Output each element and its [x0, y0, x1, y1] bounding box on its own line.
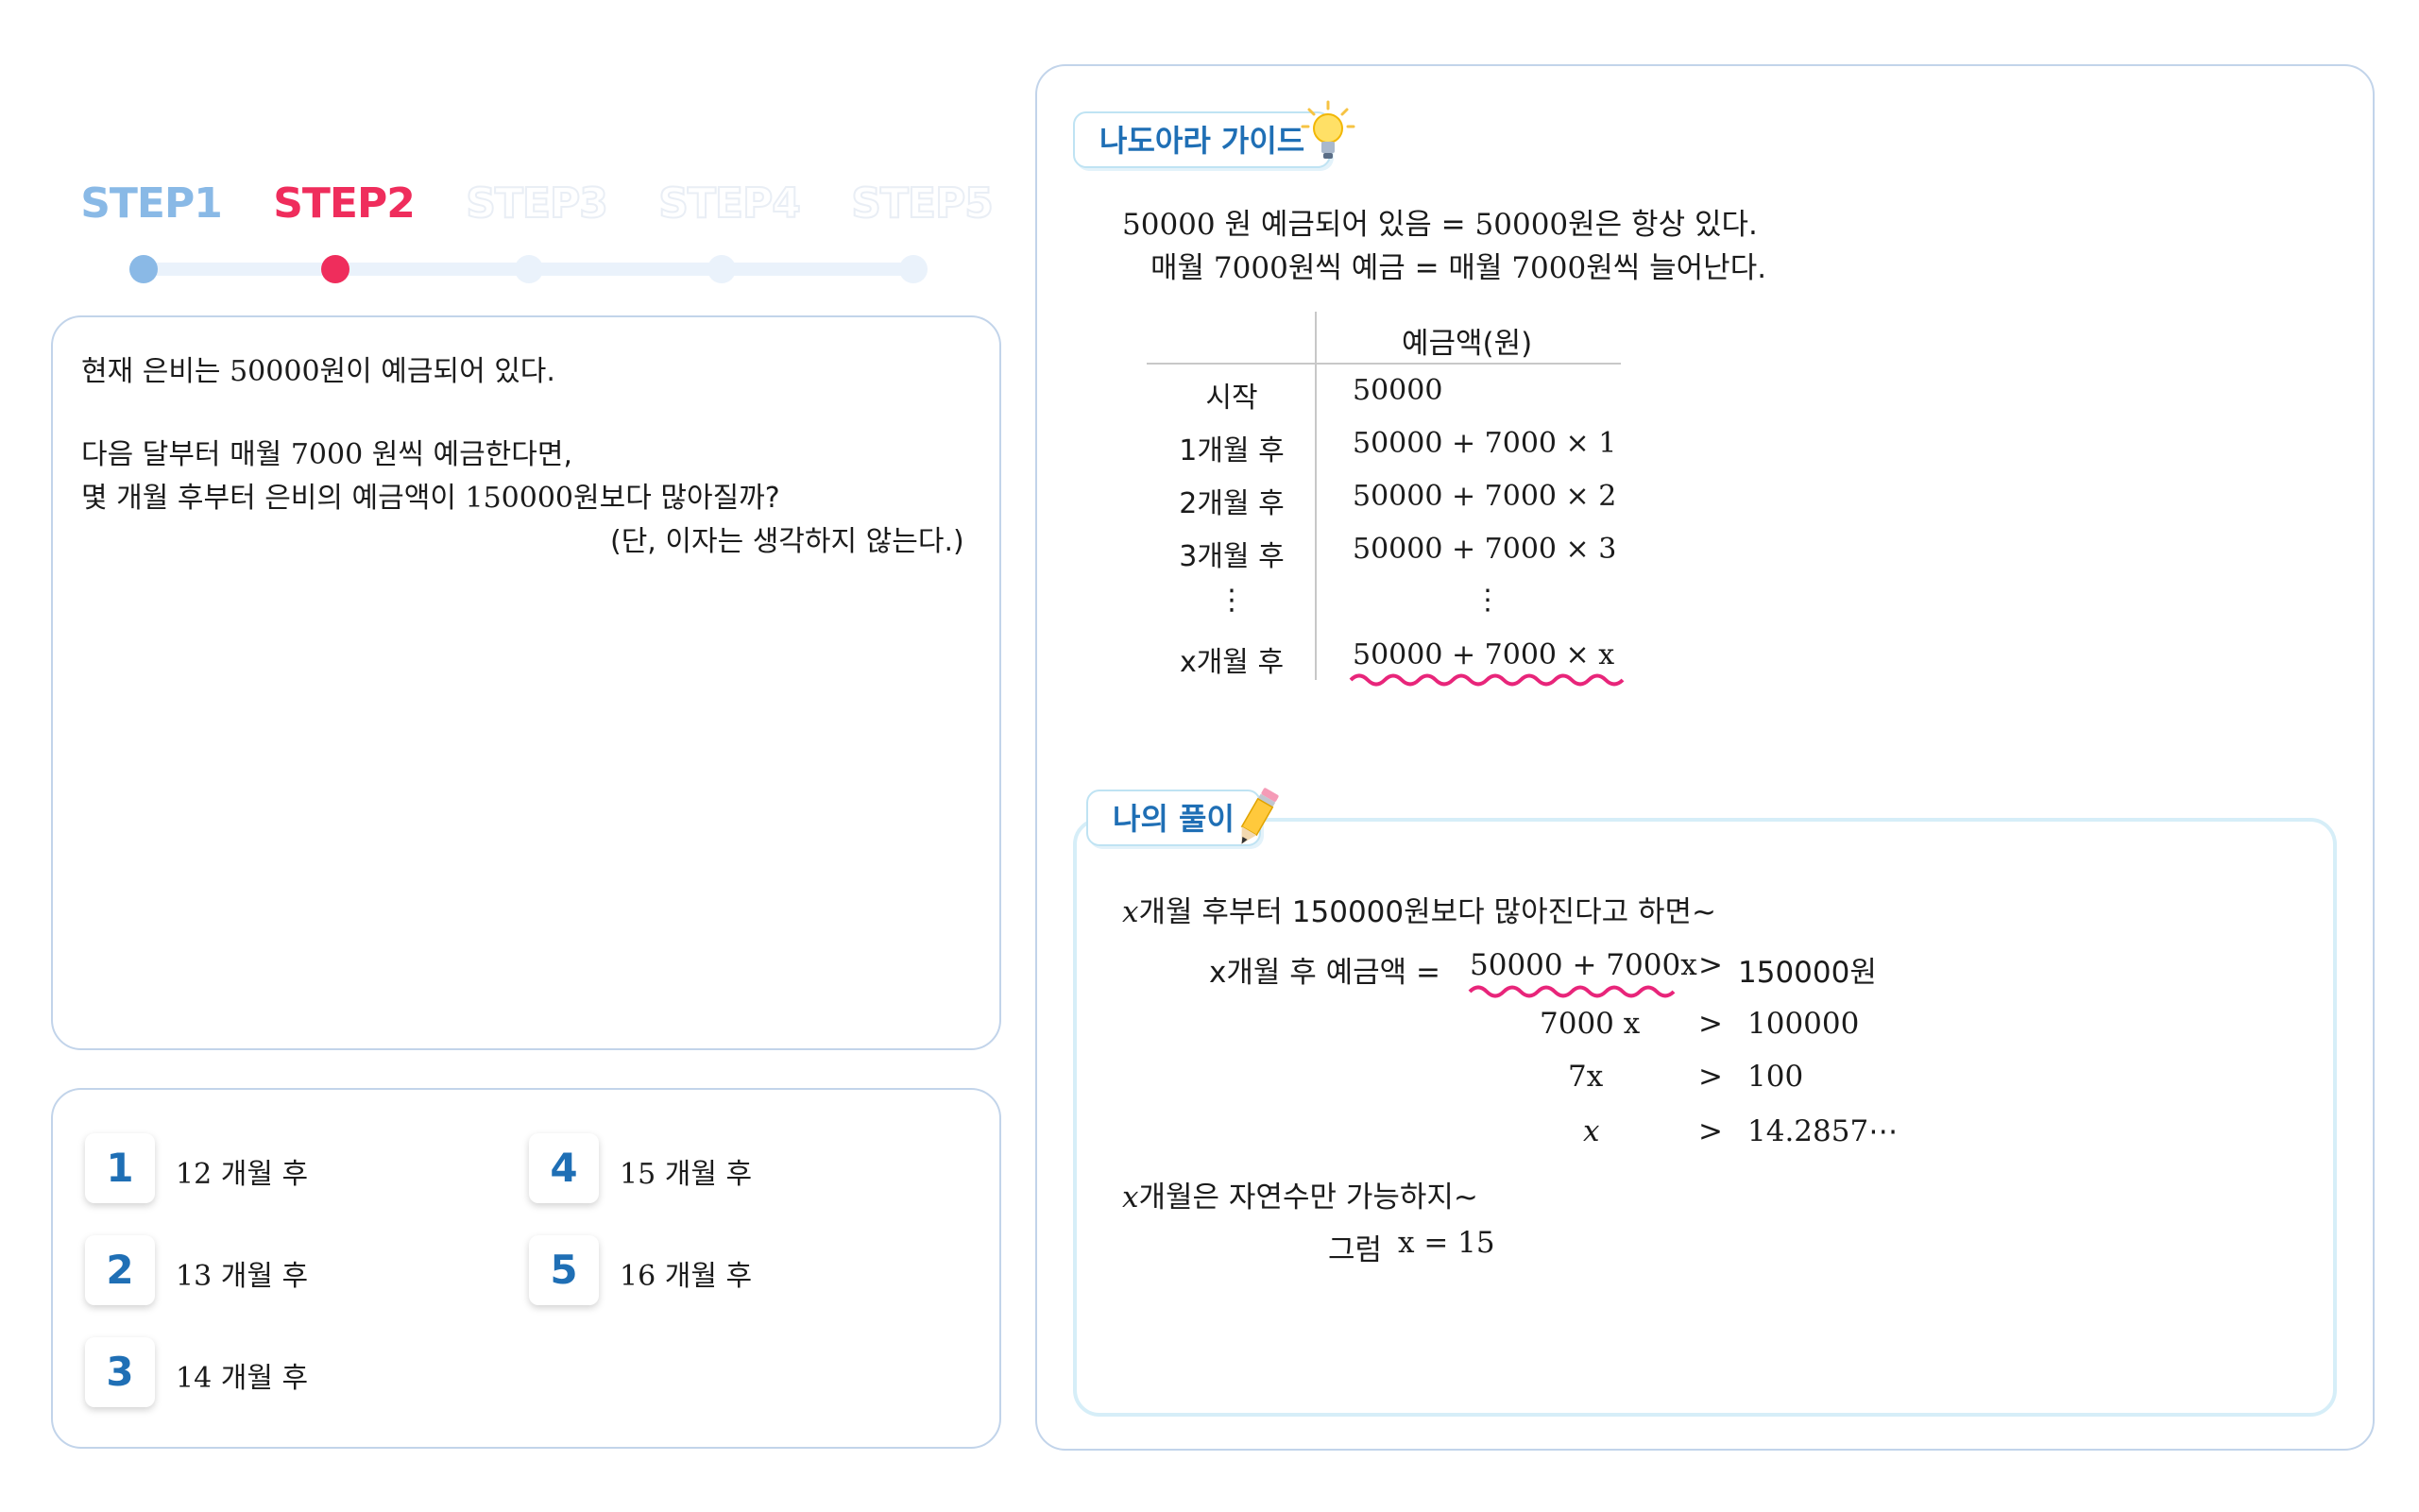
step-progress: STEP1 STEP2 STEP3 STEP4 STEP5	[76, 178, 995, 293]
step-5-label[interactable]: STEP5	[846, 178, 997, 229]
table-row-value: 50000 + 7000 × 3	[1353, 533, 1617, 566]
choice-2-button[interactable]: 2	[85, 1235, 155, 1305]
table-row-value: 50000 + 7000 × 1	[1353, 427, 1617, 460]
solution-eq1-expr: 50000 + 7000x	[1470, 948, 1697, 982]
question-note: (단, 이자는 생각하지 않는다.)	[610, 525, 964, 558]
solution-eq2-left: 7000 x	[1540, 1007, 1641, 1041]
table-row-value: 50000	[1353, 374, 1443, 407]
step-4-label[interactable]: STEP4	[654, 178, 805, 229]
table-row-label: x개월 후	[1179, 646, 1285, 679]
choice-4-button[interactable]: 4	[529, 1133, 599, 1203]
question-line-3: 몇 개월 후부터 은비의 예금액이 150000원보다 많아질까?	[81, 482, 780, 515]
choice-3-text[interactable]: 14 개월 후	[176, 1354, 308, 1396]
question-line-2: 다음 달부터 매월 7000 원씩 예금한다면,	[81, 438, 573, 471]
solution-eq1-right: 150000원	[1738, 956, 1877, 990]
table-row-label: 1개월 후	[1179, 434, 1285, 467]
solution-eq4-right: 14.2857⋯	[1747, 1114, 1899, 1148]
choice-1-text[interactable]: 12 개월 후	[176, 1150, 308, 1192]
solution-natural-note: x개월은 자연수만 가능하지~	[1122, 1181, 1478, 1215]
solution-eq2-right: 100000	[1747, 1007, 1860, 1041]
table-row-label: 2개월 후	[1179, 487, 1285, 520]
step-1-dot[interactable]	[129, 255, 158, 283]
choice-2-text[interactable]: 13 개월 후	[176, 1252, 308, 1294]
solution-eq4-left: x	[1583, 1114, 1600, 1148]
choice-1-button[interactable]: 1	[85, 1133, 155, 1203]
choice-5-text[interactable]: 16 개월 후	[620, 1252, 752, 1294]
solution-intro: x개월 후부터 150000원보다 많아진다고 하면~	[1122, 895, 1717, 929]
step-5-dot[interactable]	[899, 255, 928, 283]
solution-eq4-op: >	[1698, 1114, 1723, 1148]
step-3-dot[interactable]	[515, 255, 543, 283]
solution-wavy-underline	[1468, 985, 1676, 998]
step-2-label[interactable]: STEP2	[268, 179, 419, 228]
solution-eq3-right: 100	[1747, 1060, 1804, 1094]
guide-fact-1: 50000 원 예금되어 있음 = 50000원은 항상 있다.	[1122, 208, 1758, 242]
lightbulb-icon	[1301, 100, 1355, 159]
solution-answer: x = 15	[1398, 1226, 1495, 1260]
solution-eq3-left: 7x	[1568, 1060, 1604, 1094]
choice-3-button[interactable]: 3	[85, 1337, 155, 1407]
table-header: 예금액(원)	[1402, 327, 1533, 361]
table-row-label: 시작	[1205, 382, 1258, 415]
solution-then: 그럼	[1328, 1233, 1383, 1267]
guide-tag: 나도아라 가이드	[1073, 111, 1332, 168]
table-row-label: 3개월 후	[1179, 540, 1285, 573]
question-line-1: 현재 은비는 50000원이 예금되어 있다.	[81, 355, 555, 388]
table-wavy-underline	[1349, 673, 1625, 687]
guide-fact-2: 매월 7000원씩 예금 = 매월 7000원씩 늘어난다.	[1150, 251, 1767, 285]
table-row-value: 50000 + 7000 × 2	[1353, 480, 1617, 513]
step-2-dot[interactable]	[321, 255, 349, 283]
table-row-label: ⋮	[1218, 584, 1246, 617]
solution-eq1-op: >	[1698, 948, 1723, 982]
table-header-divider	[1147, 363, 1621, 365]
step-4-dot[interactable]	[707, 255, 736, 283]
pencil-icon	[1240, 788, 1279, 844]
choice-5-button[interactable]: 5	[529, 1235, 599, 1305]
step-1-label[interactable]: STEP1	[76, 179, 227, 228]
solution-eq2-op: >	[1698, 1007, 1723, 1041]
solution-eq1-left: x개월 후 예금액 =	[1209, 956, 1441, 990]
table-row-value: ⋮	[1474, 584, 1502, 617]
question-panel	[51, 315, 1001, 1050]
table-row-value-highlight: 50000 + 7000 × x	[1353, 638, 1615, 671]
solution-eq3-op: >	[1698, 1060, 1723, 1094]
choice-4-text[interactable]: 15 개월 후	[620, 1150, 752, 1192]
step-3-label[interactable]: STEP3	[461, 178, 612, 229]
